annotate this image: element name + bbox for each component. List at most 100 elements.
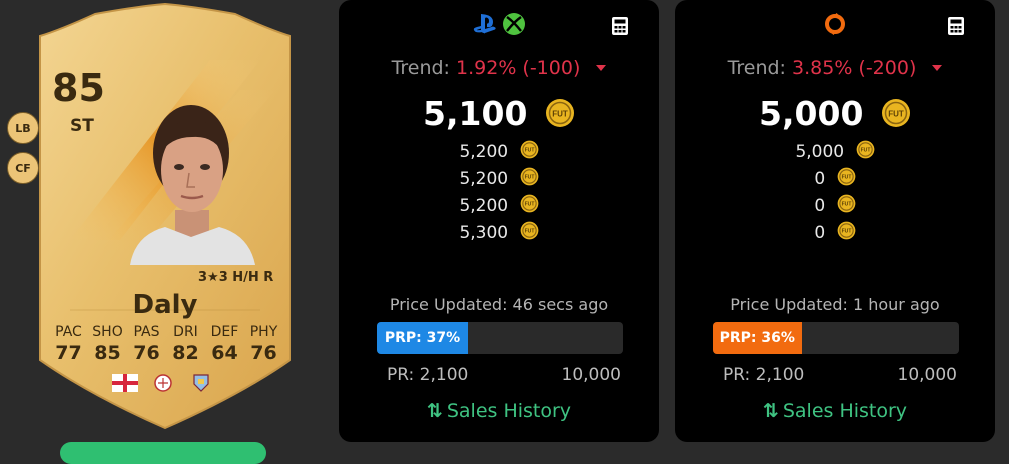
sales-history-label: Sales History xyxy=(446,400,572,422)
stat-sho: SHO 85 xyxy=(88,324,127,364)
recent-price-value: 5,200 xyxy=(459,169,509,189)
current-price: 5,000 FUT xyxy=(675,94,995,133)
panel-header xyxy=(339,10,659,40)
card-badges xyxy=(112,374,214,392)
current-price-value: 5,000 xyxy=(759,94,864,133)
prp-bar-fill: PRP: 36% xyxy=(713,322,802,354)
svg-text:FUT: FUT xyxy=(841,202,852,208)
stat-value: 64 xyxy=(211,342,238,364)
prp-label: PRP: 37% xyxy=(384,330,461,346)
recent-price: 5,200 FUT xyxy=(339,194,659,221)
price-range-high: 10,000 xyxy=(561,365,621,385)
pc-price-panel: Trend: 3.85% (-200) 5,000 FUT 5,000 FUT … xyxy=(675,0,995,442)
fut-coin-icon: FUT xyxy=(837,167,855,186)
svg-text:FUT: FUT xyxy=(860,148,871,154)
playstation-icon xyxy=(473,14,496,34)
recent-price-value: 5,300 xyxy=(459,223,509,243)
trend-down-icon xyxy=(932,65,943,71)
calculator-icon[interactable] xyxy=(947,16,965,36)
recent-price: 0 FUT xyxy=(675,167,995,194)
price-range-low: PR: 2,100 xyxy=(387,365,469,385)
recent-price: 0 FUT xyxy=(675,221,995,248)
recent-price: 0 FUT xyxy=(675,194,995,221)
fut-coin-icon: FUT xyxy=(856,140,874,159)
stat-label: PAS xyxy=(133,324,160,340)
recent-prices-list: 5,000 FUT 0 FUT 0 FUT 0 FUT xyxy=(675,140,995,248)
price-range-low: PR: 2,100 xyxy=(723,365,805,385)
trend-down-icon xyxy=(596,65,607,71)
xbox-icon xyxy=(503,13,525,35)
fut-coin-icon: FUT xyxy=(520,167,538,186)
price-range-high: 10,000 xyxy=(897,365,957,385)
trend-value: 3.85% (-200) xyxy=(792,57,917,79)
stat-label: SHO xyxy=(92,324,123,340)
player-rating: 85 xyxy=(52,66,105,110)
player-portrait xyxy=(130,105,255,265)
price-updated-text: Price Updated: 1 hour ago xyxy=(730,295,940,314)
current-price: 5,100 FUT xyxy=(339,94,659,133)
svg-text:FUT: FUT xyxy=(524,202,535,208)
sort-arrows-icon: ⇅ xyxy=(426,400,443,422)
svg-text:FUT: FUT xyxy=(524,175,535,181)
player-name: Daly xyxy=(132,290,198,320)
stat-value: 85 xyxy=(94,342,121,364)
trend-value: 1.92% (-100) xyxy=(456,57,581,79)
sort-arrows-icon: ⇅ xyxy=(762,400,779,422)
stat-value: 76 xyxy=(250,342,277,364)
recent-price: 5,000 FUT xyxy=(675,140,995,167)
recent-price: 5,200 FUT xyxy=(339,167,659,194)
price-trend: Trend: 1.92% (-100) xyxy=(339,57,659,79)
stat-pas: PAS 76 xyxy=(127,324,166,364)
stat-label: PHY xyxy=(249,324,278,340)
current-price-value: 5,100 xyxy=(423,94,528,133)
stat-value: 77 xyxy=(55,342,82,364)
svg-text:FUT: FUT xyxy=(524,229,535,235)
fut-coin-icon: FUT xyxy=(520,140,538,159)
price-updated-text: Price Updated: 46 secs ago xyxy=(389,295,609,314)
price-trend: Trend: 3.85% (-200) xyxy=(675,57,995,79)
svg-text:FUT: FUT xyxy=(888,110,904,119)
panel-header xyxy=(675,10,995,40)
trend-label: Trend: xyxy=(727,57,786,79)
recent-price-value: 0 xyxy=(814,169,826,189)
prp-label: PRP: 36% xyxy=(719,330,795,346)
fut-coin-icon: FUT xyxy=(545,99,574,127)
svg-text:FUT: FUT xyxy=(552,110,568,119)
stat-phy: PHY 76 xyxy=(244,324,283,364)
fut-coin-icon: FUT xyxy=(520,194,538,213)
trend-label: Trend: xyxy=(391,57,450,79)
stat-label: DEF xyxy=(210,324,239,340)
england-flag-icon xyxy=(112,374,138,392)
fut-coin-icon: FUT xyxy=(837,221,855,240)
recent-price-value: 5,200 xyxy=(459,196,509,216)
player-card[interactable]: 85 ST LB CF 3★3 H/H R Daly PAC 77 SHO 85… xyxy=(0,0,330,464)
fut-coin-icon: FUT xyxy=(520,221,538,240)
player-stats: PAC 77 SHO 85 PAS 76 DRI 82 DEF 64 PHY 7… xyxy=(49,324,283,364)
sales-history-link[interactable]: ⇅ Sales History xyxy=(339,400,659,422)
recent-prices-list: 5,200 FUT 5,200 FUT 5,200 FUT 5,300 FUT xyxy=(339,140,659,248)
prp-progress-bar: PRP: 37% xyxy=(377,322,623,354)
alt-position-lb: LB xyxy=(7,112,39,144)
fut-coin-icon: FUT xyxy=(837,194,855,213)
stat-dri: DRI 82 xyxy=(166,324,205,364)
player-position: ST xyxy=(70,116,94,136)
action-button[interactable] xyxy=(60,442,266,464)
origin-icon xyxy=(825,13,845,35)
sales-history-label: Sales History xyxy=(782,400,908,422)
prp-bar-fill: PRP: 37% xyxy=(377,322,469,354)
league-badge-icon xyxy=(154,374,172,392)
skills-weakfoot-workrate: 3★3 H/H R xyxy=(198,270,274,285)
platform-icons xyxy=(472,12,526,36)
calculator-icon[interactable] xyxy=(611,16,629,36)
recent-price-value: 5,000 xyxy=(795,142,845,162)
fut-coin-icon: FUT xyxy=(881,99,910,127)
console-price-panel: Trend: 1.92% (-100) 5,100 FUT 5,200 FUT … xyxy=(339,0,659,442)
club-badge-icon xyxy=(193,374,209,392)
sales-history-link[interactable]: ⇅ Sales History xyxy=(675,400,995,422)
recent-price: 5,200 FUT xyxy=(339,140,659,167)
stat-pac: PAC 77 xyxy=(49,324,88,364)
stat-value: 76 xyxy=(133,342,160,364)
recent-price: 5,300 FUT xyxy=(339,221,659,248)
stat-def: DEF 64 xyxy=(205,324,244,364)
recent-price-value: 0 xyxy=(814,196,826,216)
